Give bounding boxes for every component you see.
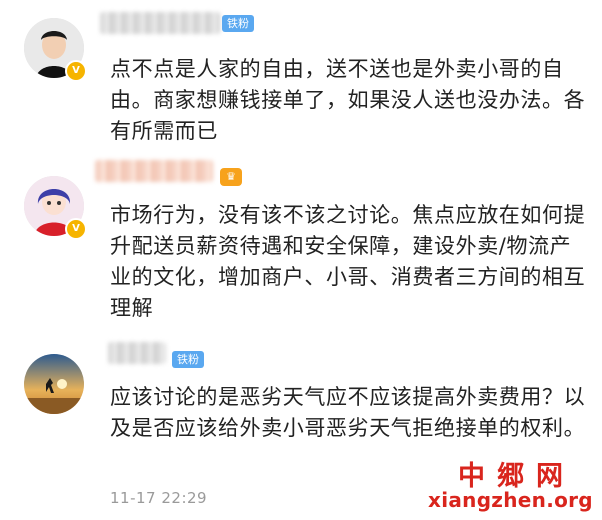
comment-text: 应该讨论的是恶劣天气应不应该提高外卖费用？以及是否应该给外卖小哥恶劣天气拒绝接单… <box>110 385 586 440</box>
comment-timestamp: 11-17 22:29 <box>110 489 208 507</box>
username-blurred[interactable] <box>100 12 220 34</box>
watermark-url: xiangzhen.org <box>428 488 593 512</box>
vip-icon: ♛ <box>220 168 242 186</box>
comment-text: 市场行为，没有该不该之讨论。焦点应放在如何提升配送员薪资待遇和安全保障，建设外卖… <box>110 203 586 320</box>
username-blurred[interactable] <box>108 342 166 364</box>
verified-badge-icon: V <box>65 218 87 240</box>
fan-badge: 铁粉 <box>172 351 204 368</box>
avatar[interactable] <box>24 354 84 414</box>
verified-badge-icon: V <box>65 60 87 82</box>
comment-text: 点不点是人家的自由，送不送也是外卖小哥的自由。商家想赚钱接单了，如果没人送也没办… <box>110 57 586 143</box>
fan-badge: 铁粉 <box>222 15 254 32</box>
username-blurred[interactable] <box>95 160 213 182</box>
site-watermark: 中郷网 xiangzhen.org <box>412 454 602 520</box>
